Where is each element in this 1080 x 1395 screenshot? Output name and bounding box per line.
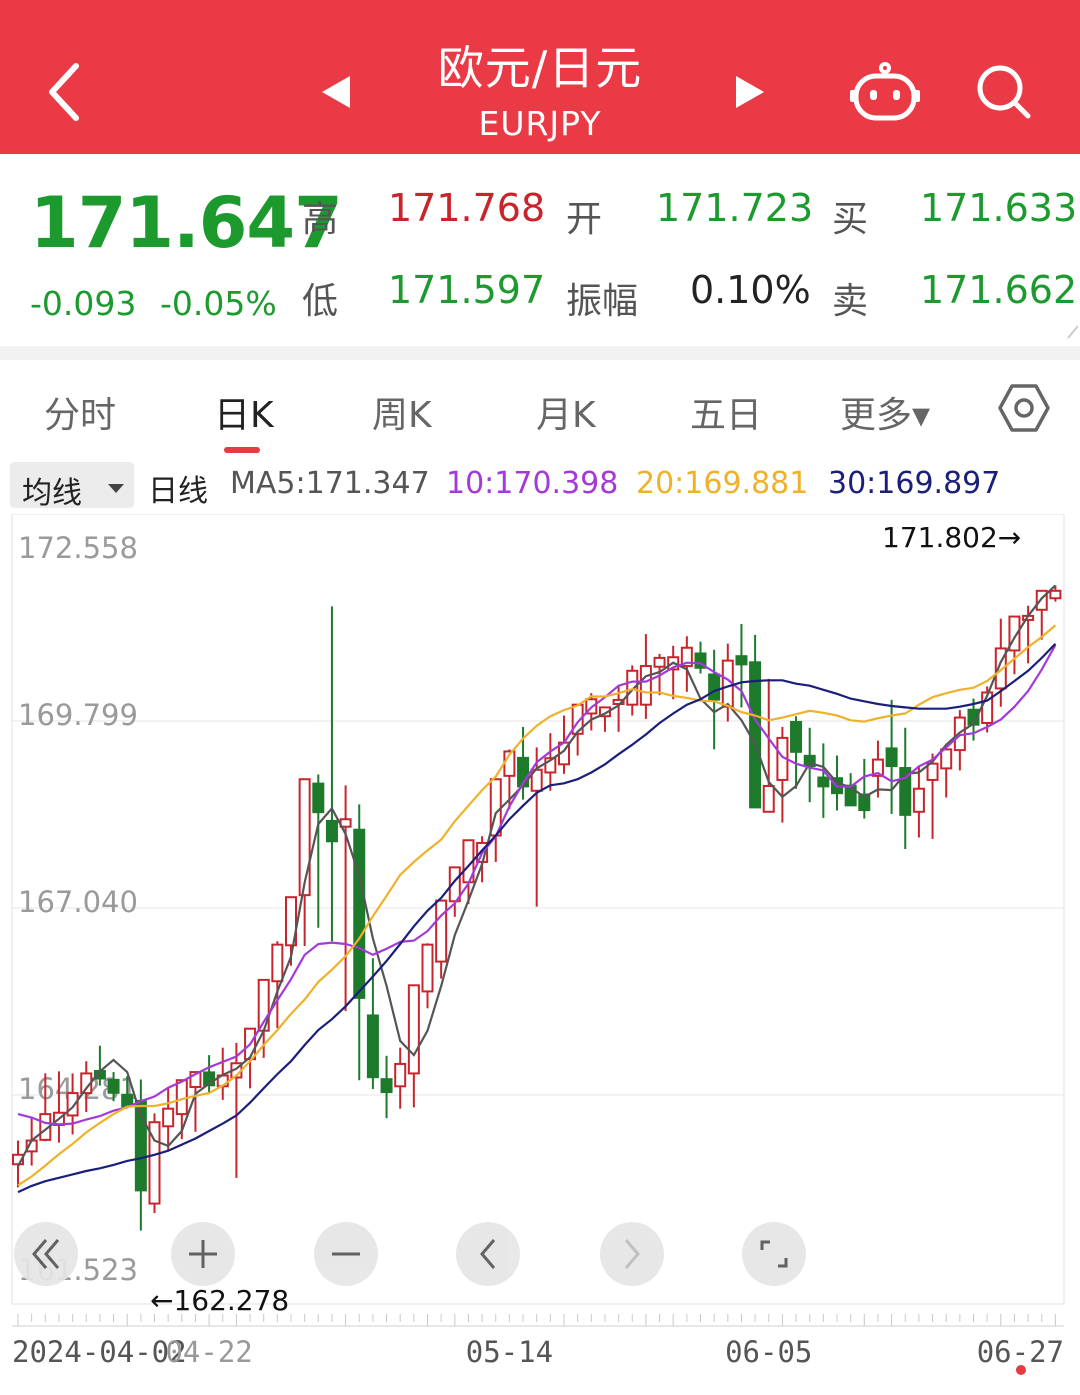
amplitude-label: 振幅 — [566, 281, 639, 322]
candle-body — [735, 655, 748, 666]
x-tick-label: 05-14 — [466, 1335, 553, 1369]
buy-label: 买 — [832, 199, 869, 240]
candle-body — [912, 787, 925, 813]
candle-body — [312, 782, 325, 814]
candle-body — [926, 762, 939, 781]
current-date-marker — [1016, 1365, 1026, 1375]
collapse-button[interactable] — [14, 1222, 78, 1286]
x-tick-label: 04-22 — [165, 1335, 252, 1369]
amplitude-value: 0.10% — [690, 268, 811, 312]
sell-label: 卖 — [832, 281, 869, 322]
separator — [0, 346, 1080, 360]
indicator-dropdown-label: 均线 — [22, 476, 82, 511]
zoom-in-button[interactable] — [171, 1222, 235, 1286]
tab-daily-k[interactable]: 日K — [214, 386, 274, 438]
low-value: 171.597 — [388, 268, 546, 312]
y-tick-label: 167.040 — [18, 885, 138, 919]
y-tick-label: 172.558 — [18, 531, 138, 565]
tab-intraday[interactable]: 分时 — [44, 386, 116, 438]
candle-body — [885, 747, 898, 768]
candle-body — [1049, 589, 1062, 600]
candle-body — [435, 899, 448, 963]
high-label: 高 — [302, 199, 339, 240]
pan-left-icon — [480, 1239, 496, 1269]
zoom-out-button[interactable] — [314, 1222, 378, 1286]
candle-body — [366, 1014, 379, 1079]
pan-right-icon — [624, 1239, 640, 1269]
pan-left-button[interactable] — [456, 1222, 520, 1286]
candle-body — [407, 984, 420, 1075]
open-value: 171.723 — [656, 186, 814, 230]
candle-body — [790, 720, 803, 753]
zoom-out-icon — [332, 1252, 360, 1256]
ma10-value: 10:170.398 — [446, 466, 619, 501]
last-price: 171.647 — [30, 182, 343, 264]
tab-monthly-k[interactable]: 月K — [536, 386, 596, 438]
tab-five-day[interactable]: 五日 — [690, 386, 762, 438]
candle-body — [353, 828, 366, 999]
ma30-value: 30:169.897 — [828, 466, 1001, 501]
settings-icon[interactable] — [998, 382, 1050, 434]
candle-body — [421, 943, 434, 993]
candle-body — [762, 785, 775, 813]
candle-body — [162, 1107, 175, 1128]
tab-more[interactable]: 更多▾ — [840, 386, 930, 438]
candle-body — [817, 776, 830, 788]
candle-body — [653, 656, 666, 668]
candle-body — [639, 665, 652, 706]
chart-frame — [11, 514, 1065, 1305]
ma5-value: MA5:171.347 — [230, 466, 430, 501]
next-arrow-icon[interactable] — [732, 74, 768, 110]
chevron-down-icon — [108, 484, 124, 493]
collapse-icon — [32, 1239, 60, 1269]
candle-body — [940, 748, 953, 770]
min-price-label: ←162.278 — [150, 1284, 289, 1317]
robot-icon[interactable] — [850, 62, 920, 122]
fullscreen-button[interactable] — [742, 1222, 806, 1286]
buy-value: 171.633 — [920, 186, 1078, 230]
y-tick-label: 169.799 — [18, 698, 138, 732]
price-change: -0.093 — [30, 284, 137, 323]
active-tab-indicator — [224, 447, 260, 453]
candle-body — [325, 819, 338, 843]
pan-right-button[interactable] — [600, 1222, 664, 1286]
candle-body — [175, 1079, 188, 1116]
x-tick-label: 06-05 — [725, 1335, 812, 1369]
open-label: 开 — [566, 199, 603, 240]
period-tabs: 分时 日K 周K 月K 五日 更多▾ — [0, 360, 1080, 456]
candle-body — [380, 1078, 393, 1094]
price-change-percent: -0.05% — [160, 284, 277, 323]
quote-panel: 171.647 -0.093 -0.05% 高 171.768 开 171.72… — [0, 154, 1080, 346]
app-header: 欧元/日元 EURJPY — [0, 0, 1080, 154]
low-label: 低 — [302, 281, 339, 322]
period-label: 日线 — [148, 474, 208, 509]
indicator-dropdown[interactable]: 均线 — [10, 462, 134, 511]
sell-value: 171.662 — [920, 268, 1078, 312]
tab-weekly-k[interactable]: 周K — [372, 386, 432, 438]
x-tick-label: 2024-04-02 — [12, 1335, 187, 1369]
candle-body — [708, 673, 721, 701]
zoom-in-icon — [189, 1240, 217, 1268]
candlestick-chart[interactable]: 172.558169.799167.040164.281161.523171.8… — [0, 514, 1080, 1395]
max-price-label: 171.802→ — [882, 521, 1021, 554]
high-value: 171.768 — [388, 186, 546, 230]
candle-body — [394, 1062, 407, 1088]
candle-body — [107, 1078, 120, 1094]
search-icon[interactable] — [974, 62, 1034, 122]
ma20-value: 20:169.881 — [636, 466, 809, 501]
x-tick-label: 06-27 — [977, 1335, 1064, 1369]
fullscreen-icon — [760, 1240, 788, 1268]
corner-mark — [1067, 325, 1078, 339]
candle-body — [271, 943, 284, 983]
